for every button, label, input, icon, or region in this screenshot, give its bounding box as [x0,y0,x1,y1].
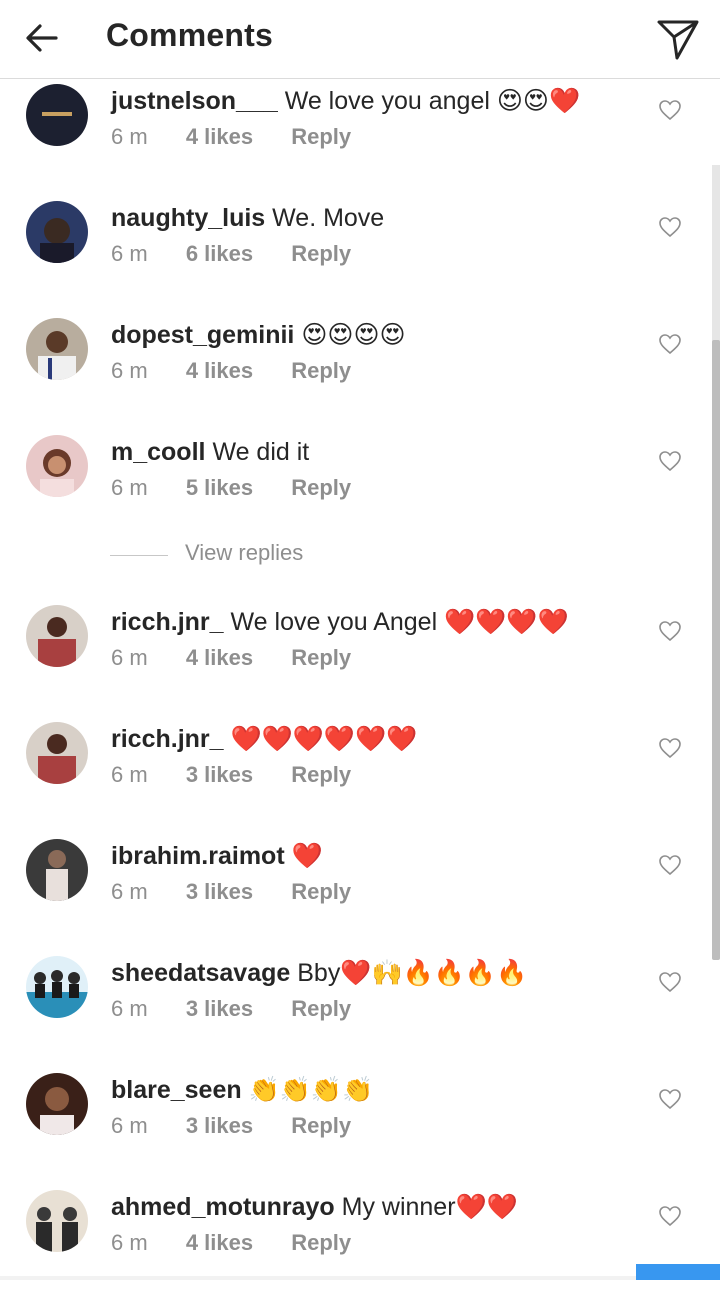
comment-likes[interactable]: 6 likes [186,241,253,267]
bottom-accent [636,1264,720,1280]
reply-button[interactable]: Reply [291,475,351,501]
avatar[interactable] [26,435,88,497]
comment-text: ❤️ [291,842,323,870]
like-heart-icon[interactable] [658,1087,682,1111]
like-heart-icon[interactable] [658,970,682,994]
comment-text: We love you Angel ❤️❤️❤️❤️ [230,608,569,636]
comment-username[interactable]: ibrahim.raimot [111,842,285,870]
comment-item: justnelson___ We love you angel 😍😍❤️ 6 m… [0,84,720,194]
like-heart-icon[interactable] [658,619,682,643]
scrollbar-thumb[interactable] [712,340,720,960]
comment-username[interactable]: dopest_geminii [111,321,294,349]
comment-time: 6 m [111,645,148,670]
reply-button[interactable]: Reply [291,996,351,1022]
like-heart-icon[interactable] [658,215,682,239]
comment-item: dopest_geminii 😍😍😍😍 6 m 4 likes Reply [0,318,720,428]
comment-time: 6 m [111,879,148,904]
comment-text: My winner❤️❤️ [341,1193,518,1221]
comment-username[interactable]: blare_seen [111,1076,242,1104]
comment-item: ricch.jnr_ ❤️❤️❤️❤️❤️❤️ 6 m 3 likes Repl… [0,722,720,832]
like-heart-icon[interactable] [658,332,682,356]
comment-username[interactable]: justnelson___ [111,87,278,115]
comment-username[interactable]: ahmed_motunrayo [111,1193,335,1221]
comment-item: blare_seen 👏👏👏👏 6 m 3 likes Reply [0,1073,720,1183]
comment-time: 6 m [111,241,148,266]
avatar[interactable] [26,201,88,263]
comment-text: We love you angel 😍😍❤️ [284,87,581,115]
avatar[interactable] [26,84,88,146]
reply-button[interactable]: Reply [291,124,351,150]
reply-button[interactable]: Reply [291,241,351,267]
comment-username[interactable]: m_cooll [111,438,205,466]
comment-time: 6 m [111,358,148,383]
avatar[interactable] [26,1073,88,1135]
comment-likes[interactable]: 4 likes [186,645,253,671]
comment-likes[interactable]: 3 likes [186,762,253,788]
comment-likes[interactable]: 3 likes [186,996,253,1022]
comment-username[interactable]: sheedatsavage [111,959,290,987]
avatar[interactable] [26,605,88,667]
view-replies-button[interactable]: View replies [110,540,510,572]
comment-text: We did it [212,438,310,466]
reply-button[interactable]: Reply [291,762,351,788]
reply-button[interactable]: Reply [291,1230,351,1256]
comment-likes[interactable]: 5 likes [186,475,253,501]
comment-likes[interactable]: 3 likes [186,1113,253,1139]
comment-item: ricch.jnr_ We love you Angel ❤️❤️❤️❤️ 6 … [0,605,720,715]
comment-time: 6 m [111,1113,148,1138]
comment-item: naughty_luis We. Move 6 m 6 likes Reply [0,201,720,311]
reply-button[interactable]: Reply [291,645,351,671]
comment-item: ahmed_motunrayo My winner❤️❤️ 6 m 4 like… [0,1190,720,1300]
like-heart-icon[interactable] [658,98,682,122]
comment-text: Bby❤️🙌🔥🔥🔥🔥 [297,959,528,987]
reply-button[interactable]: Reply [291,879,351,905]
comment-item: sheedatsavage Bby❤️🙌🔥🔥🔥🔥 6 m 3 likes Rep… [0,956,720,1066]
like-heart-icon[interactable] [658,1204,682,1228]
reply-button[interactable]: Reply [291,1113,351,1139]
like-heart-icon[interactable] [658,736,682,760]
comment-likes[interactable]: 4 likes [186,1230,253,1256]
avatar[interactable] [26,722,88,784]
comment-item: ibrahim.raimot ❤️ 6 m 3 likes Reply [0,839,720,949]
comment-likes[interactable]: 3 likes [186,879,253,905]
comment-username[interactable]: naughty_luis [111,204,265,232]
comment-likes[interactable]: 4 likes [186,124,253,150]
comment-time: 6 m [111,124,148,149]
avatar[interactable] [26,318,88,380]
bottom-divider [0,1276,636,1280]
avatar[interactable] [26,839,88,901]
comment-likes[interactable]: 4 likes [186,358,253,384]
like-heart-icon[interactable] [658,449,682,473]
comment-username[interactable]: ricch.jnr_ [111,725,224,753]
comment-text: We. Move [272,204,385,232]
comment-text: 😍😍😍😍 [301,321,406,349]
comment-time: 6 m [111,762,148,787]
comment-item: m_cooll We did it 6 m 5 likes Reply [0,435,720,545]
reply-button[interactable]: Reply [291,358,351,384]
header: Comments [0,0,720,79]
like-heart-icon[interactable] [658,853,682,877]
avatar[interactable] [26,1190,88,1252]
divider [110,555,168,556]
page-title: Comments [106,17,273,53]
comment-text: ❤️❤️❤️❤️❤️❤️ [230,725,418,753]
comment-time: 6 m [111,475,148,500]
comment-username[interactable]: ricch.jnr_ [111,608,224,636]
comment-time: 6 m [111,996,148,1021]
comment-time: 6 m [111,1230,148,1255]
back-arrow-icon[interactable] [22,18,62,58]
avatar[interactable] [26,956,88,1018]
send-icon[interactable] [656,17,700,61]
comment-text: 👏👏👏👏 [248,1076,374,1104]
view-replies-label: View replies [185,540,304,565]
